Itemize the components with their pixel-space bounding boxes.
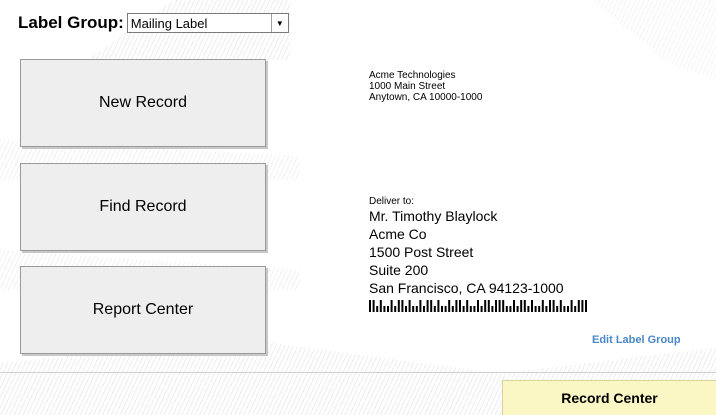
deliver-to-label: Deliver to: [369, 196, 415, 207]
barcode-bar [491, 306, 494, 312]
barcode-bar [379, 300, 382, 312]
postal-barcode [369, 300, 587, 312]
barcode-bar [545, 306, 548, 312]
barcode-bar [437, 300, 440, 312]
barcode-bar [531, 300, 533, 312]
report-center-button[interactable]: Report Center [20, 266, 266, 354]
barcode-bar [387, 306, 389, 312]
barcode-bar [581, 300, 584, 312]
sender-line: Anytown, CA 10000-1000 [369, 92, 483, 103]
barcode-bar [408, 300, 411, 312]
recipient-city-line: San Francisco, CA 94123-1000 [369, 280, 564, 296]
barcode-bar [390, 300, 393, 312]
label-group-selected: Mailing Label [130, 15, 208, 31]
label-group-dropdown[interactable]: Mailing Label ▼ [126, 13, 289, 33]
recipient-company: Acme Co [369, 226, 427, 242]
record-center-button[interactable]: Record Center [502, 380, 716, 415]
barcode-bar [455, 300, 458, 312]
barcode-bar [430, 300, 433, 312]
barcode-bar [505, 306, 508, 312]
barcode-bar [513, 300, 515, 312]
barcode-bar [527, 306, 530, 312]
barcode-bar [541, 300, 544, 312]
barcode-bar [523, 300, 526, 312]
barcode-bar [495, 300, 497, 312]
barcode-bar [498, 300, 501, 312]
barcode-bar [433, 306, 436, 312]
barcode-bar [473, 306, 476, 312]
barcode-bar [401, 300, 404, 312]
barcode-bar [372, 300, 375, 312]
barcode-bar [556, 306, 559, 312]
sender-line: 1000 Main Street [369, 81, 446, 92]
recipient-street: 1500 Post Street [369, 244, 474, 260]
label-group-label: Label Group: [18, 13, 124, 32]
label-group-selector: Label Group: Mailing Label ▼ [18, 13, 289, 33]
find-record-button[interactable]: Find Record [20, 163, 266, 251]
recipient-address: Deliver to: Mr. Timothy Blaylock Acme Co… [369, 196, 591, 317]
barcode-bar [383, 306, 386, 312]
barcode-bar [419, 300, 422, 312]
sender-line: Acme Technologies [369, 70, 456, 81]
barcode-bar [369, 300, 371, 312]
barcode-bar [462, 306, 465, 312]
edit-label-group-link[interactable]: Edit Label Group [592, 334, 681, 346]
barcode-bar [459, 300, 461, 312]
barcode-bar [397, 300, 400, 312]
barcode-bar [394, 306, 397, 312]
barcode-bar [444, 306, 447, 312]
recipient-name: Mr. Timothy Blaylock [369, 208, 498, 224]
barcode-bar [559, 300, 562, 312]
barcode-bar [516, 306, 519, 312]
recipient-suite: Suite 200 [369, 262, 429, 278]
barcode-bar [570, 300, 573, 312]
barcode-bar [552, 300, 555, 312]
background-texture [591, 0, 716, 80]
barcode-bar [426, 300, 429, 312]
barcode-bar [415, 306, 418, 312]
barcode-bar [412, 306, 415, 312]
barcode-bar [534, 306, 537, 312]
barcode-bar [423, 306, 425, 312]
barcode-bar [567, 306, 569, 312]
barcode-bar [441, 306, 443, 312]
barcode-bar [549, 300, 551, 312]
barcode-bar [585, 300, 587, 312]
barcode-bar [487, 300, 490, 312]
barcode-bar [376, 306, 379, 312]
barcode-bar [538, 306, 541, 312]
barcode-bar [469, 306, 472, 312]
sender-address: Acme Technologies 1000 Main Street Anyto… [369, 70, 482, 103]
barcode-bar [477, 300, 479, 312]
dropdown-arrow-icon[interactable]: ▼ [270, 14, 288, 32]
barcode-bar [509, 306, 512, 312]
barcode-bar [466, 300, 469, 312]
barcode-bar [448, 300, 451, 312]
barcode-bar [451, 306, 454, 312]
barcode-bar [520, 300, 523, 312]
barcode-bar [563, 306, 566, 312]
barcode-bar [484, 300, 487, 312]
barcode-bar [480, 306, 483, 312]
barcode-bar [574, 306, 577, 312]
barcode-bar [502, 300, 505, 312]
barcode-bar [405, 306, 407, 312]
new-record-button[interactable]: New Record [20, 59, 266, 147]
divider [0, 372, 716, 373]
barcode-bar [577, 300, 580, 312]
